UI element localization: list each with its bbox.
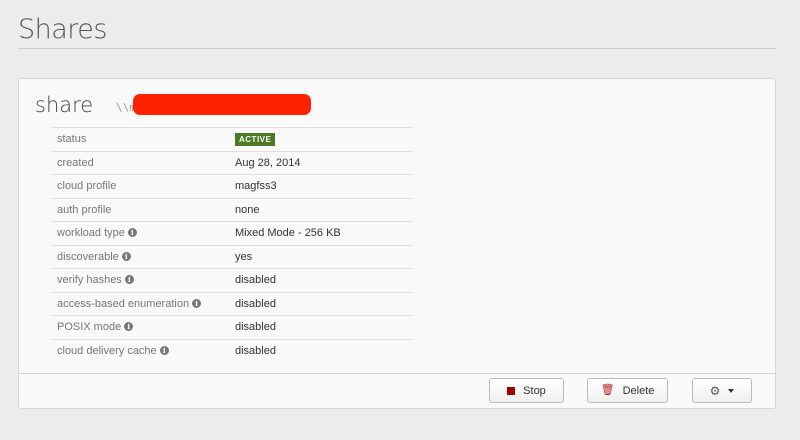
info-icon[interactable]: i (127, 228, 137, 238)
property-key-cell: discoverable i (51, 245, 235, 269)
property-value-cell: disabled (235, 269, 413, 293)
info-icon[interactable]: i (121, 251, 131, 261)
property-row: discoverable i yes (51, 245, 413, 269)
info-icon[interactable]: i (159, 346, 169, 355)
settings-dropdown-button[interactable]: ⚙ (692, 378, 752, 403)
property-key: auth profile (57, 203, 112, 216)
status-badge: ACTIVE (235, 132, 276, 146)
property-row: cloud profile magfss3 (51, 174, 413, 199)
property-key: verify hashes (57, 274, 122, 287)
gear-icon: ⚙ (709, 383, 721, 398)
property-key: POSIX mode (57, 321, 122, 334)
property-key-cell: access-based enumeration i (51, 292, 235, 316)
property-value-cell: ACTIVE (235, 128, 413, 152)
delete-button-label: Delete (622, 384, 655, 397)
info-icon[interactable]: i (192, 298, 202, 308)
share-name: share (35, 93, 94, 117)
trash-icon: 🗑 (600, 384, 615, 396)
property-key-cell: verify hashes i (51, 269, 235, 293)
property-key: workload type (57, 227, 125, 240)
property-row: status ACTIVE (51, 127, 413, 152)
stop-icon (507, 386, 516, 395)
property-value: disabled (235, 274, 276, 287)
property-value-cell: disabled (235, 316, 413, 340)
property-key-cell: auth profile (51, 198, 235, 222)
property-key: access-based enumeration (57, 297, 190, 310)
property-value-cell: none (235, 198, 413, 222)
caret-down-icon (728, 388, 735, 393)
property-row: POSIX mode i disabled (51, 315, 413, 340)
property-value: disabled (235, 321, 276, 334)
share-panel: share \\m status ACTIVE created Aug 28, 201… (18, 78, 776, 409)
property-key-cell: workload type i (51, 222, 235, 246)
property-row: access-based enumeration i disabled (51, 292, 413, 316)
title-divider (18, 48, 776, 49)
property-key: cloud profile (57, 180, 117, 193)
property-row: workload type i Mixed Mode - 256 KB (51, 221, 413, 246)
page-title: Shares (18, 14, 107, 45)
property-key: discoverable (57, 250, 119, 263)
info-icon[interactable]: i (124, 275, 134, 285)
info-icon[interactable]: i (124, 322, 134, 332)
property-value: magfss3 (235, 180, 277, 193)
property-value-cell: magfss3 (235, 175, 413, 199)
property-key-cell: created (51, 151, 235, 175)
property-row: verify hashes i disabled (51, 268, 413, 293)
property-value: Aug 28, 2014 (235, 156, 301, 169)
share-properties-table: status ACTIVE created Aug 28, 2014 cloud pro… (51, 127, 413, 363)
property-value: none (235, 203, 260, 216)
property-value: yes (235, 250, 253, 263)
property-key-cell: POSIX mode i (51, 316, 235, 340)
property-value: disabled (235, 297, 276, 310)
property-value: Mixed Mode - 256 KB (235, 227, 341, 240)
property-key: created (57, 156, 94, 169)
property-value-cell: Mixed Mode - 256 KB (235, 222, 413, 246)
property-key: cloud delivery cache (57, 345, 157, 357)
property-key-cell: cloud delivery cache i (51, 339, 235, 363)
property-value-cell: disabled (235, 292, 413, 316)
panel-footer-divider (19, 373, 775, 374)
property-row: cloud delivery cache i disabled (51, 339, 413, 363)
redacted-path (133, 94, 311, 115)
property-value-cell: disabled (235, 339, 413, 363)
property-value: disabled (235, 345, 276, 357)
property-key-cell: status (51, 128, 235, 152)
stop-button-label: Stop (523, 384, 546, 397)
stop-button[interactable]: Stop (489, 378, 564, 403)
property-value-cell: Aug 28, 2014 (235, 151, 413, 175)
property-row: created Aug 28, 2014 (51, 151, 413, 175)
property-value-cell: yes (235, 245, 413, 269)
property-row: auth profile none (51, 198, 413, 222)
property-key: status (57, 133, 87, 146)
property-key-cell: cloud profile (51, 175, 235, 199)
delete-button[interactable]: 🗑 Delete (587, 378, 668, 403)
